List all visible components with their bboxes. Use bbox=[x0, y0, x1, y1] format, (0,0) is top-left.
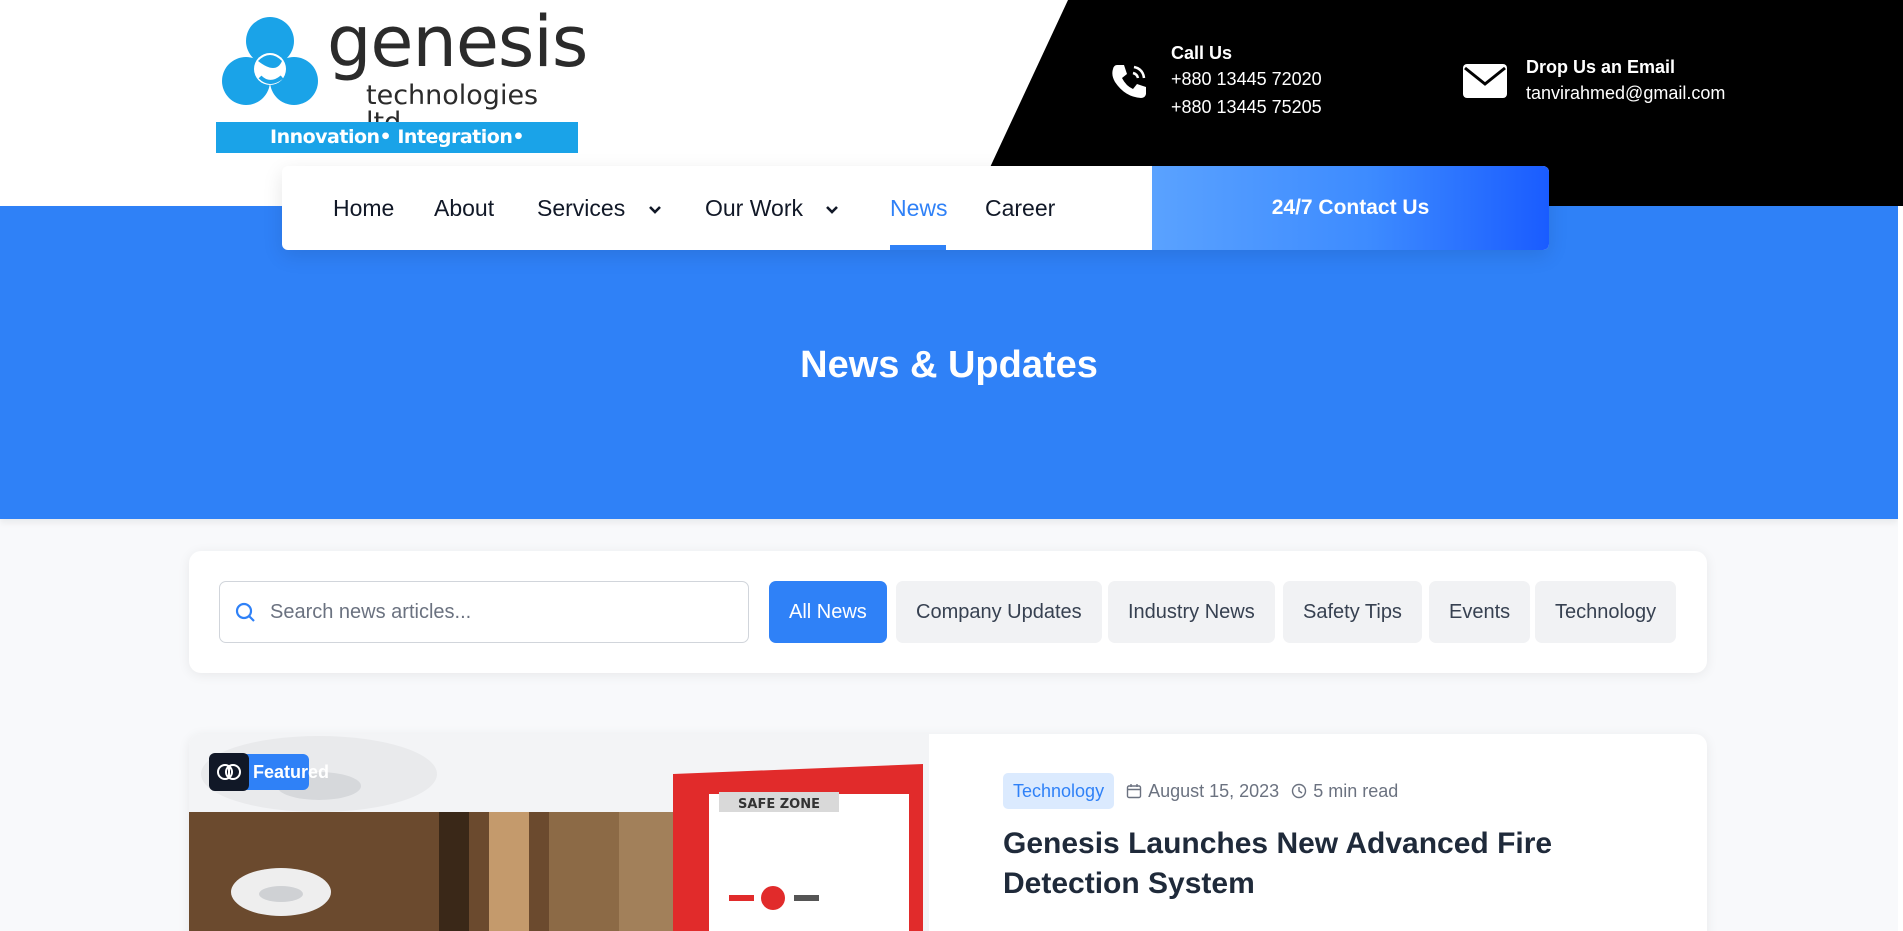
search-box bbox=[219, 581, 749, 643]
clock-icon bbox=[1291, 783, 1307, 799]
calendar-icon bbox=[1126, 784, 1142, 799]
logo-mark-icon bbox=[222, 17, 318, 105]
nav-active-indicator bbox=[890, 245, 946, 250]
filter-safety-tips[interactable]: Safety Tips bbox=[1283, 581, 1422, 643]
news-filter-bar: All News Company Updates Industry News S… bbox=[189, 551, 1707, 673]
read-time: 5 min read bbox=[1291, 781, 1398, 802]
brain-icon bbox=[209, 753, 249, 791]
nav-services[interactable]: Services bbox=[537, 166, 662, 250]
page-title: News & Updates bbox=[800, 344, 1098, 386]
article-title[interactable]: Genesis Launches New Advanced Fire Detec… bbox=[1003, 824, 1643, 904]
nav-about[interactable]: About bbox=[434, 166, 494, 250]
nav-news[interactable]: News bbox=[890, 166, 948, 250]
category-tag[interactable]: Technology bbox=[1003, 773, 1115, 809]
chevron-down-icon bbox=[648, 206, 661, 214]
envelope-icon bbox=[1463, 64, 1507, 98]
publish-date-text: August 15, 2023 bbox=[1148, 780, 1280, 801]
read-time-text: 5 min read bbox=[1313, 780, 1399, 801]
main-nav: Home About Services Our Work News Career… bbox=[282, 166, 1549, 250]
image-sign-text: SAFE ZONE bbox=[738, 797, 820, 812]
email-address[interactable]: tanvirahmed@gmail.com bbox=[1526, 79, 1786, 107]
nav-services-label: Services bbox=[537, 195, 626, 221]
publish-date: August 15, 2023 bbox=[1126, 781, 1279, 802]
phone-number-1[interactable]: +880 13445 72020 bbox=[1171, 65, 1371, 93]
phone-icon bbox=[1112, 65, 1146, 98]
call-us-title: Call Us bbox=[1171, 43, 1233, 63]
filter-events[interactable]: Events bbox=[1429, 581, 1531, 643]
chevron-down-icon bbox=[826, 206, 839, 214]
phone-number-2[interactable]: +880 13445 75205 bbox=[1171, 93, 1371, 121]
nav-our-work-label: Our Work bbox=[705, 195, 803, 221]
filter-industry-news[interactable]: Industry News bbox=[1108, 581, 1275, 643]
email-title: Drop Us an Email bbox=[1526, 57, 1676, 77]
nav-our-work[interactable]: Our Work bbox=[705, 166, 839, 250]
filter-company-updates[interactable]: Company Updates bbox=[896, 581, 1102, 643]
article-meta: Technology August 15, 2023 5 min read bbox=[1003, 773, 1398, 809]
search-input[interactable] bbox=[270, 582, 730, 642]
search-icon bbox=[235, 602, 255, 622]
featured-article-card[interactable]: SAFE ZONE Featured Technology August 15,… bbox=[189, 734, 1707, 931]
company-logo[interactable]: genesis technologies ltd Innovation• Int… bbox=[212, 7, 588, 179]
contact-us-button[interactable]: 24/7 Contact Us bbox=[1152, 166, 1549, 250]
logo-wordmark: genesis bbox=[327, 1, 588, 83]
article-image[interactable]: SAFE ZONE Featured bbox=[189, 734, 929, 931]
nav-career[interactable]: Career bbox=[985, 166, 1055, 250]
logo-tagline: Innovation• Integration• Implementation bbox=[216, 122, 578, 179]
filter-all-news[interactable]: All News bbox=[769, 581, 887, 643]
scrollbar-track[interactable] bbox=[1898, 206, 1903, 931]
nav-home[interactable]: Home bbox=[333, 166, 394, 250]
filter-technology[interactable]: Technology bbox=[1535, 581, 1677, 643]
